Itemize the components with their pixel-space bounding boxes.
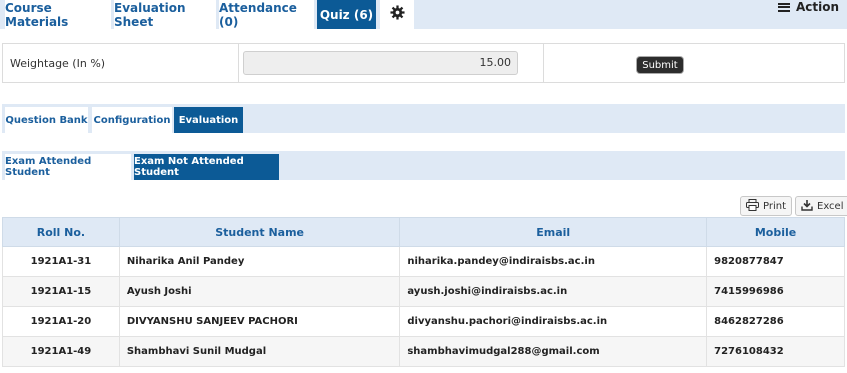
table-row: 1921A1-20 DIVYANSHU SANJEEV PACHORI divy… [2, 306, 845, 337]
table-row: 1921A1-49 Shambhavi Sunil Mudgal shambha… [2, 336, 845, 367]
submit-button[interactable]: Submit [637, 57, 683, 73]
roll-no-cell: 1921A1-49 [2, 336, 120, 367]
email-cell: divyanshu.pachori@indiraisbs.ac.in [399, 306, 708, 337]
table-row: 1921A1-15 Ayush Joshi ayush.joshi@indira… [2, 276, 845, 307]
student-name-cell: Shambhavi Sunil Mudgal [118, 336, 401, 367]
mobile-cell: 7415996986 [706, 276, 845, 307]
weightage-label: Weightage (In %) [10, 56, 106, 70]
table-header-row: Roll No. Student Name Email Mobile [2, 217, 845, 247]
mobile-cell: 7276108432 [706, 336, 845, 367]
gear-icon [389, 5, 405, 24]
roll-no-cell: 1921A1-31 [2, 246, 120, 277]
column-header: Student Name [118, 217, 401, 247]
tab-question-bank[interactable]: Question Bank [5, 107, 88, 133]
tab-evaluation-sheet[interactable]: Evaluation Sheet [114, 0, 216, 29]
mobile-cell: 9820877847 [706, 246, 845, 277]
print-button[interactable]: Print [740, 196, 793, 216]
student-name-cell: DIVYANSHU SANJEEV PACHORI [118, 306, 401, 337]
evaluation-tab-bar: Exam Attended Student Exam Not Attended … [2, 151, 845, 180]
action-menu[interactable]: Action [777, 0, 839, 14]
students-table: Roll No. Student Name Email Mobile 1921A… [2, 217, 845, 367]
student-name-cell: Ayush Joshi [118, 276, 401, 307]
settings-button[interactable] [380, 0, 414, 29]
column-header: Mobile [706, 217, 845, 247]
email-cell: shambhavimudgal288@gmail.com [399, 336, 708, 367]
tab-course-materials[interactable]: Course Materials [5, 0, 111, 29]
student-name-cell: Niharika Anil Pandey [118, 246, 401, 277]
hamburger-icon [777, 2, 790, 12]
download-icon [801, 199, 813, 214]
weightage-input[interactable]: 15.00 [243, 51, 518, 75]
divider [238, 44, 239, 82]
email-cell: niharika.pandey@indiraisbs.ac.in [399, 246, 708, 277]
roll-no-cell: 1921A1-15 [2, 276, 120, 307]
printer-icon [746, 198, 759, 214]
divider [543, 44, 544, 82]
quiz-tab-bar: Question Bank Configuration Evaluation [2, 104, 845, 133]
excel-label: Excel [817, 200, 844, 212]
email-cell: ayush.joshi@indiraisbs.ac.in [399, 276, 708, 307]
roll-no-cell: 1921A1-20 [2, 306, 120, 337]
tab-attendance[interactable]: Attendance (0) [219, 0, 314, 29]
tab-evaluation[interactable]: Evaluation [174, 107, 243, 133]
action-label: Action [795, 0, 839, 14]
tab-exam-attended[interactable]: Exam Attended Student [5, 154, 131, 180]
table-row: 1921A1-31 Niharika Anil Pandey niharika.… [2, 246, 845, 277]
tab-quiz[interactable]: Quiz (6) [317, 0, 376, 29]
column-header: Email [399, 217, 708, 247]
excel-button[interactable]: Excel [795, 196, 847, 216]
main-tab-bar: Course Materials Evaluation Sheet Attend… [0, 0, 847, 29]
column-header: Roll No. [2, 217, 120, 247]
tab-exam-not-attended[interactable]: Exam Not Attended Student [134, 154, 279, 180]
tab-configuration[interactable]: Configuration [92, 107, 172, 133]
mobile-cell: 8462827286 [706, 306, 845, 337]
weightage-row: Weightage (In %) 15.00 Submit [2, 43, 845, 83]
print-label: Print [763, 200, 787, 212]
